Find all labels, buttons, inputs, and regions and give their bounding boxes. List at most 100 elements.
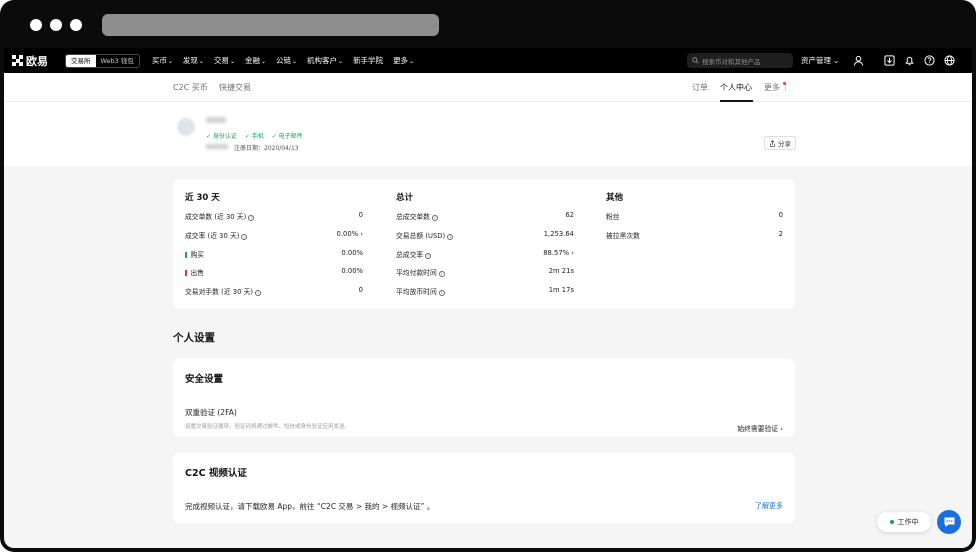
chat-button[interactable] [937,510,961,534]
learn-more-link[interactable]: 了解更多 [755,501,783,511]
c2c-video-card: C2C 视频认证 完成视频认证，请下载欧易 App，前往 “C2C 交易 > 我… [173,453,795,523]
window-dot-minimize[interactable] [50,19,62,31]
top-nav: 欧易 交易所 Web3 钱包 买币⌄ 发现⌄ 交易⌄ 金融⌄ 公链⌄ 机构客户⌄… [4,48,972,73]
menu-buy-crypto[interactable]: 买币⌄ [152,55,173,66]
stat-label: 粉丝 [606,213,620,221]
main-menu: 买币⌄ 发现⌄ 交易⌄ 金融⌄ 公链⌄ 机构客户⌄ 新手学院 更多⌄ [152,55,424,66]
chevron-down-icon: ⌄ [409,58,415,65]
menu-label: 更多 [393,56,409,65]
work-status-button[interactable]: 工作中 [877,512,931,532]
chevron-down-icon: ⌄ [229,58,235,65]
chevron-down-icon: ⌄ [292,58,298,65]
menu-finance[interactable]: 金融⌄ [245,55,266,66]
security-card: 安全设置 双重验证 (2FA) 设置交易验证顺序。验证码将通过邮件、短信或身份验… [173,359,795,437]
bell-icon[interactable] [904,55,915,66]
menu-chain[interactable]: 公链⌄ [276,55,297,66]
info-icon[interactable]: i [248,215,255,221]
menu-academy[interactable]: 新手学院 [353,55,383,66]
search-input[interactable]: 搜索币对和其他产品 [687,53,793,68]
stat-value: 1m 17s [548,286,574,294]
info-icon[interactable]: i [425,253,432,259]
share-icon [770,139,775,147]
search-placeholder: 搜索币对和其他产品 [702,57,761,66]
seg-wallet[interactable]: Web3 钱包 [96,55,139,67]
window-dot-maximize[interactable] [70,19,82,31]
globe-icon[interactable] [944,55,955,66]
stat-value: 1,253.64 [543,230,574,238]
chevron-right-icon: › [569,249,574,257]
chevron-down-icon: ⌄ [198,58,204,65]
sell-indicator [185,270,187,276]
menu-discover[interactable]: 发现⌄ [183,55,204,66]
download-icon[interactable] [884,55,895,66]
stat-label: 总成交率 [396,251,424,259]
stat-label: 交易总额 (USD) [396,232,446,240]
always-verify-label: 始终需要验证 [737,425,779,433]
chevron-down-icon: ⌄ [833,56,840,65]
stat-value: 62 [565,211,574,219]
tab-orders[interactable]: 订单 [692,82,708,93]
stat-value: 2m 21s [548,267,574,275]
info-icon[interactable]: i [447,234,454,240]
menu-label: 新手学院 [353,56,384,65]
asset-menu[interactable]: 资产管理 ⌄ [801,48,839,73]
stat-value: 2 [778,230,783,238]
menu-label: 发现 [182,56,198,65]
stat-value: 0.00% [341,249,363,257]
work-status-label: 工作中 [897,518,919,526]
section-title-personal-settings: 个人设置 [173,332,215,344]
info-icon[interactable]: i [438,271,445,277]
stat-value: 0 [358,211,363,219]
address-bar[interactable] [102,14,439,36]
chevron-down-icon: ⌄ [260,58,266,65]
menu-label: 交易 [213,56,229,65]
menu-label: 机构客户 [307,56,338,65]
c2c-video-description: 完成视频认证，请下载欧易 App，前往 “C2C 交易 > 我的 > 视频认证”… [185,502,435,511]
chevron-right-icon: › [358,230,363,238]
share-button[interactable]: 分享 [764,136,796,150]
stats-title-other: 其他 [606,193,624,203]
more-dots-icon: ⋮ [780,84,790,92]
info-icon[interactable]: i [255,290,262,296]
menu-institutional[interactable]: 机构客户⌄ [307,55,343,66]
chevron-down-icon: ⌄ [167,58,173,65]
user-icon[interactable] [853,55,864,66]
stat-value: 0.00% [336,230,359,238]
window-dot-close[interactable] [30,19,42,31]
stat-label: 平均付款时间 [396,269,437,277]
stat-label: 购买 [190,251,205,259]
avatar [177,118,195,136]
help-icon[interactable] [924,55,935,66]
page-viewport: 欧易 交易所 Web3 钱包 买币⌄ 发现⌄ 交易⌄ 金融⌄ 公链⌄ 机构客户⌄… [4,48,972,548]
stat-label: 成交单数 (近 30 天) [185,213,247,221]
tab-profile-center[interactable]: 个人中心 [720,82,752,93]
info-icon[interactable]: i [241,234,248,240]
tab-c2c-buy[interactable]: C2C 买币 [173,82,208,93]
stats-card: 近 30 天 成交单数 (近 30 天) i 0 成交率 (近 30 天) i 0.00… [173,179,795,309]
stat-value: 0 [778,211,783,219]
search-icon [692,57,699,64]
share-label: 分享 [778,140,791,148]
stat-value: 0 [358,286,363,294]
menu-more[interactable]: 更多⌄ [393,55,414,66]
stat-label: 总成交单数 [396,213,430,221]
twofa-description: 设置交易验证顺序。验证码将通过邮件、短信或身份验证应用发送。 [185,424,351,430]
stat-value: 88.57% [543,249,570,257]
stat-label: 成交率 (近 30 天) [185,232,240,240]
info-icon[interactable]: i [431,215,438,221]
seg-exchange[interactable]: 交易所 [66,54,96,67]
always-verify-select[interactable]: 始终需要验证 › [737,423,783,433]
menu-trade[interactable]: 交易⌄ [214,55,235,66]
stat-value: 0.00% [341,267,363,275]
stats-title-total: 总计 [396,193,414,203]
notification-dot [783,82,786,85]
tab-quick-trade[interactable]: 快捷交易 [219,82,251,93]
sub-nav: C2C 买币 快捷交易 订单 个人中心 更多 ⋮ [4,73,972,102]
logo[interactable]: 欧易 [12,53,48,69]
stat-label: 交易对手数 (近 30 天) [185,288,254,296]
stats-col-recent: 近 30 天 [185,191,220,203]
info-icon[interactable]: i [438,290,445,296]
c2c-video-title: C2C 视频认证 [185,468,247,479]
logo-text: 欧易 [26,54,48,68]
asset-label: 资产管理 [801,56,831,65]
